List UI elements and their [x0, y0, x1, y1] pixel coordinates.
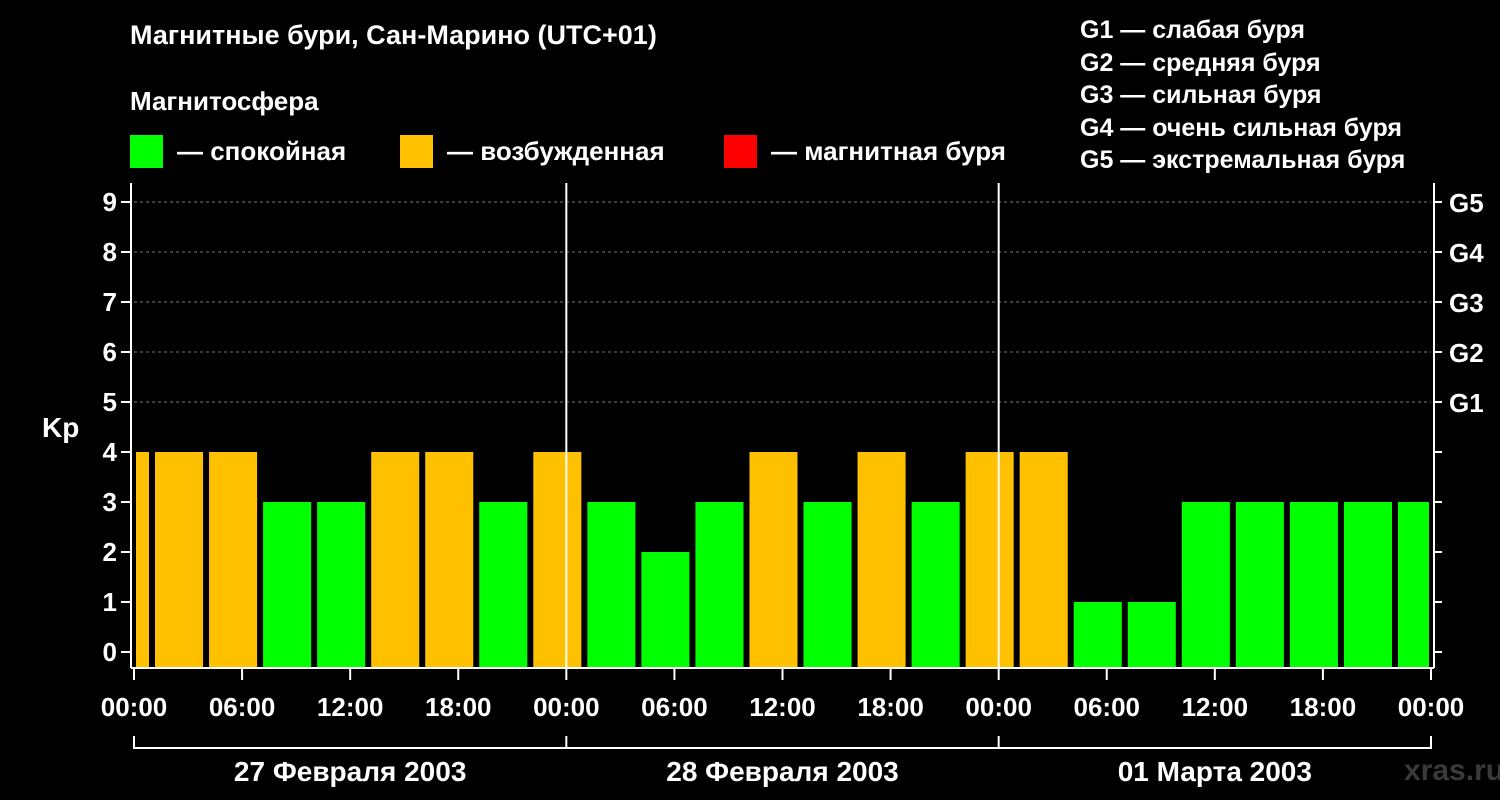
x-tick-label: 18:00 — [1290, 692, 1357, 722]
day-label: 27 Февраля 2003 — [234, 756, 466, 787]
g-axis-label: G4 — [1449, 238, 1484, 268]
x-tick-label: 00:00 — [101, 692, 168, 722]
kp-bar — [1289, 502, 1338, 668]
day-label: 28 Февраля 2003 — [666, 756, 898, 787]
kp-bar — [965, 452, 1014, 668]
kp-bar — [1235, 502, 1284, 668]
kp-bar — [1019, 452, 1068, 668]
y-tick-label: 9 — [103, 187, 117, 217]
g-axis-label: G2 — [1449, 338, 1484, 368]
kp-bar — [587, 502, 636, 668]
x-tick-label: 00:00 — [1398, 692, 1465, 722]
kp-bar — [1343, 502, 1392, 668]
day-label: 01 Марта 2003 — [1118, 756, 1312, 787]
y-tick-label: 6 — [103, 337, 117, 367]
kp-bar — [641, 552, 690, 668]
kp-bar — [136, 452, 150, 668]
kp-bar — [1397, 502, 1429, 668]
kp-bar-chart: 0 1 2 3 4 5 6 7 8 9 Kp G1 G2 G3 G4 G5 00:00 06:00 12:00 18:… — [42, 183, 1484, 787]
x-tick-label: 06:00 — [641, 692, 708, 722]
y-tick-label: 2 — [103, 537, 117, 567]
x-tick-label: 12:00 — [1182, 692, 1249, 722]
g-axis-label: G1 — [1449, 388, 1484, 418]
kp-bar — [803, 502, 852, 668]
y-tick-label: 8 — [103, 237, 117, 267]
kp-bar — [911, 502, 960, 668]
x-tick-label: 06:00 — [1074, 692, 1141, 722]
y-tick-label: 5 — [103, 387, 117, 417]
kp-bar — [263, 502, 312, 668]
g-axis-label: G3 — [1449, 288, 1484, 318]
x-tick-label: 06:00 — [209, 692, 276, 722]
kp-bar — [1073, 602, 1122, 668]
kp-bar — [1181, 502, 1230, 668]
kp-bar — [209, 452, 258, 668]
g-axis-label: G5 — [1449, 188, 1484, 218]
kp-bar — [479, 502, 528, 668]
kp-bar — [1127, 602, 1176, 668]
x-tick-label: 12:00 — [749, 692, 816, 722]
y-tick-label: 0 — [103, 637, 117, 667]
y-tick-label: 4 — [103, 437, 118, 467]
y-tick-label: 3 — [103, 487, 117, 517]
kp-bar — [533, 452, 582, 668]
x-tick-label: 00:00 — [965, 692, 1032, 722]
kp-bar — [155, 452, 204, 668]
kp-bar — [749, 452, 798, 668]
kp-bar — [371, 452, 420, 668]
kp-bar — [317, 502, 366, 668]
kp-bar — [425, 452, 474, 668]
kp-bar — [695, 502, 744, 668]
x-tick-label: 18:00 — [425, 692, 492, 722]
y-tick-label: 7 — [103, 287, 117, 317]
x-tick-label: 12:00 — [317, 692, 384, 722]
x-tick-label: 18:00 — [857, 692, 924, 722]
x-tick-label: 00:00 — [533, 692, 600, 722]
y-tick-label: 1 — [103, 587, 117, 617]
y-axis-label: Kp — [42, 412, 79, 443]
watermark: xras.ru — [1404, 754, 1500, 787]
kp-bar — [857, 452, 906, 668]
